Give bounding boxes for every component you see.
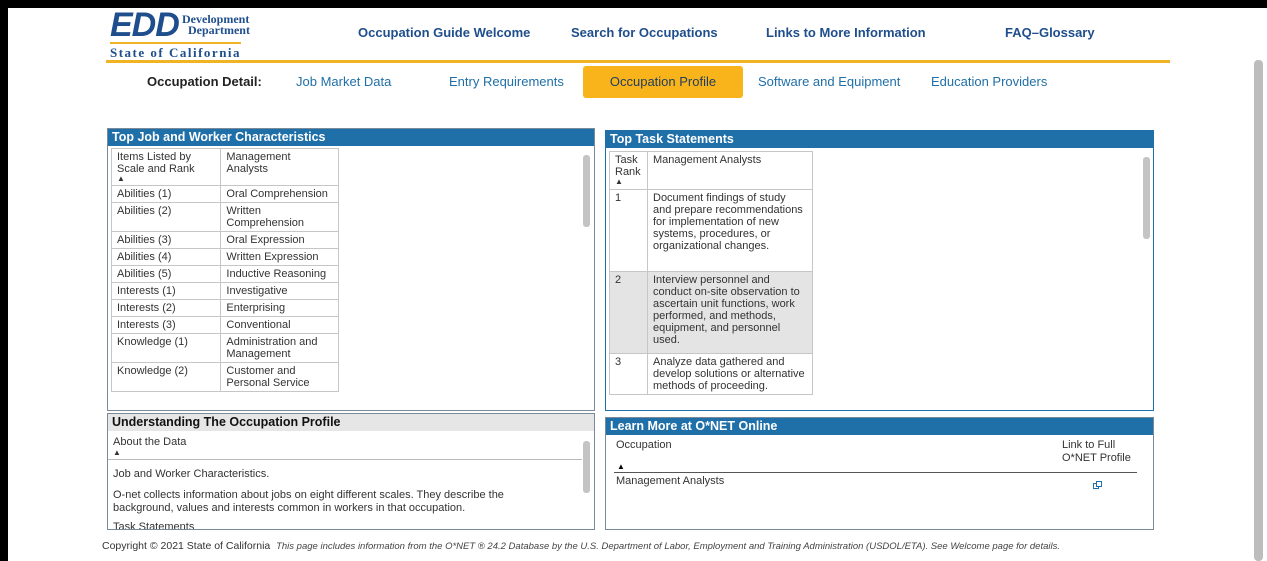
sort-up-icon: ▲ xyxy=(117,174,125,183)
header-divider xyxy=(106,60,1170,63)
row-scale: Abilities (3) xyxy=(110,231,222,249)
tab-job-market-data[interactable]: Job Market Data xyxy=(296,66,391,98)
col-header-task-rank[interactable]: Task Rank ▲ xyxy=(609,151,648,190)
row-value: Inductive Reasoning xyxy=(220,265,339,283)
col-header-link-full-profile: Link to Full O*NET Profile xyxy=(1062,439,1131,464)
onet-description-text: O-net collects information about jobs on… xyxy=(113,489,504,514)
row-value: Oral Expression xyxy=(220,231,339,249)
about-the-data-label: About the Data xyxy=(113,436,187,448)
sort-up-icon: ▲ xyxy=(615,177,623,186)
onet-title: Learn More at O*NET Online xyxy=(606,418,1153,435)
task-rank: 1 xyxy=(609,189,648,272)
task-statements-title: Top Task Statements xyxy=(606,131,1153,148)
task-text: Interview personnel and conduct on-site … xyxy=(647,271,813,354)
characteristics-scrollbar[interactable] xyxy=(583,155,590,227)
characteristics-panel: Top Job and Worker Characteristics Items… xyxy=(107,128,595,411)
onet-attribution-text: This page includes information from the … xyxy=(276,541,1060,552)
onet-header-divider xyxy=(614,472,1137,473)
tab-occupation-profile[interactable]: Occupation Profile xyxy=(583,66,743,98)
row-scale: Interests (1) xyxy=(110,282,222,300)
table-row: Interests (1) Investigative xyxy=(110,282,339,300)
about-the-data-header[interactable]: About the Data ▲ xyxy=(108,431,594,457)
row-scale: Abilities (2) xyxy=(110,202,222,232)
table-row: Abilities (2) Written Comprehension xyxy=(110,202,339,232)
row-scale: Interests (2) xyxy=(110,299,222,317)
row-value: Customer and Personal Service xyxy=(220,362,339,392)
logo-dept-line2: Department xyxy=(188,23,250,37)
tab-education-providers[interactable]: Education Providers xyxy=(931,66,1047,98)
characteristics-table: Items Listed by Scale and Rank ▲ Managem… xyxy=(110,148,339,392)
table-row: Knowledge (1) Administration and Manageme… xyxy=(110,333,339,363)
footer: Copyright © 2021 State of California Thi… xyxy=(102,540,1060,552)
table-row: 1 Document findings of study and prepare… xyxy=(609,189,813,272)
table-row: Abilities (5) Inductive Reasoning xyxy=(110,265,339,283)
understanding-scrollbar[interactable] xyxy=(583,441,590,493)
copyright-text: Copyright © 2021 State of California xyxy=(102,540,271,552)
external-link-icon[interactable] xyxy=(1093,476,1103,489)
row-value: Investigative xyxy=(220,282,339,300)
row-scale: Abilities (5) xyxy=(110,265,222,283)
understanding-panel: Understanding The Occupation Profile Abo… xyxy=(107,413,595,530)
row-value: Conventional xyxy=(220,316,339,334)
understanding-title: Understanding The Occupation Profile xyxy=(108,414,594,431)
sort-up-icon: ▲ xyxy=(617,462,625,471)
row-value: Enterprising xyxy=(220,299,339,317)
task-statements-text: Task Statements xyxy=(113,521,195,530)
col-header-occupation: Management Analysts xyxy=(220,148,339,186)
row-scale: Knowledge (2) xyxy=(110,362,222,392)
sort-up-icon: ▲ xyxy=(113,448,121,457)
table-row: Interests (3) Conventional xyxy=(110,316,339,334)
col-header-items[interactable]: Items Listed by Scale and Rank ▲ xyxy=(110,148,222,186)
characteristics-title: Top Job and Worker Characteristics xyxy=(108,129,594,146)
table-header-row: Task Rank ▲ Management Analysts xyxy=(609,151,813,190)
nav-occupation-guide-welcome[interactable]: Occupation Guide Welcome xyxy=(358,25,530,40)
col-header-task-rank-label: Task Rank xyxy=(615,154,641,178)
task-rank: 2 xyxy=(609,271,648,354)
table-header-row: Items Listed by Scale and Rank ▲ Managem… xyxy=(110,148,339,186)
table-row: 2 Interview personnel and conduct on-sit… xyxy=(609,271,813,354)
table-row: Abilities (4) Written Expression xyxy=(110,248,339,266)
row-scale: Abilities (4) xyxy=(110,248,222,266)
table-row: Abilities (1) Oral Comprehension xyxy=(110,185,339,203)
col-header-occupation: Management Analysts xyxy=(647,151,813,190)
job-worker-characteristics-text: Job and Worker Characteristics. xyxy=(113,468,270,480)
task-text: Analyze data gathered and develop soluti… xyxy=(647,353,813,395)
nav-links-to-more-information[interactable]: Links to More Information xyxy=(766,25,926,40)
row-scale: Interests (3) xyxy=(110,316,222,334)
row-value: Oral Comprehension xyxy=(220,185,339,203)
table-row: Abilities (3) Oral Expression xyxy=(110,231,339,249)
task-statements-panel: Top Task Statements Task Rank ▲ Manageme… xyxy=(605,130,1154,411)
task-text: Document findings of study and prepare r… xyxy=(647,189,813,272)
logo-edd-text: EDD xyxy=(110,8,180,44)
table-row: Interests (2) Enterprising xyxy=(110,299,339,317)
nav-search-for-occupations[interactable]: Search for Occupations xyxy=(571,25,718,40)
row-scale: Knowledge (1) xyxy=(110,333,222,363)
tab-entry-requirements[interactable]: Entry Requirements xyxy=(449,66,564,98)
row-value: Administration and Management xyxy=(220,333,339,363)
onet-panel: Learn More at O*NET Online Occupation Li… xyxy=(605,417,1154,530)
table-row: Knowledge (2) Customer and Personal Servi… xyxy=(110,362,339,392)
table-row: 3 Analyze data gathered and develop solu… xyxy=(609,353,813,395)
logo-state-text: State of California xyxy=(110,42,242,61)
page: EDD Development Department State of Cali… xyxy=(8,8,1267,561)
edd-logo[interactable]: EDD Development Department State of Cali… xyxy=(108,8,268,60)
nav-faq-glossary[interactable]: FAQ–Glossary xyxy=(1005,25,1095,40)
page-scrollbar[interactable] xyxy=(1254,60,1263,561)
occupation-detail-label: Occupation Detail: xyxy=(147,74,262,89)
row-value: Written Expression xyxy=(220,248,339,266)
col-header-items-label: Items Listed by Scale and Rank xyxy=(117,151,195,175)
onet-occupation-name: Management Analysts xyxy=(616,475,725,487)
task-statements-table: Task Rank ▲ Management Analysts 1 Docume… xyxy=(609,151,813,395)
task-statements-scrollbar[interactable] xyxy=(1143,157,1150,239)
logo-department-text: Development Department xyxy=(182,13,250,37)
row-scale: Abilities (1) xyxy=(110,185,222,203)
tab-software-and-equipment[interactable]: Software and Equipment xyxy=(758,66,900,98)
row-value: Written Comprehension xyxy=(220,202,339,232)
task-rank: 3 xyxy=(609,353,648,395)
col-header-occupation[interactable]: Occupation xyxy=(616,439,672,452)
